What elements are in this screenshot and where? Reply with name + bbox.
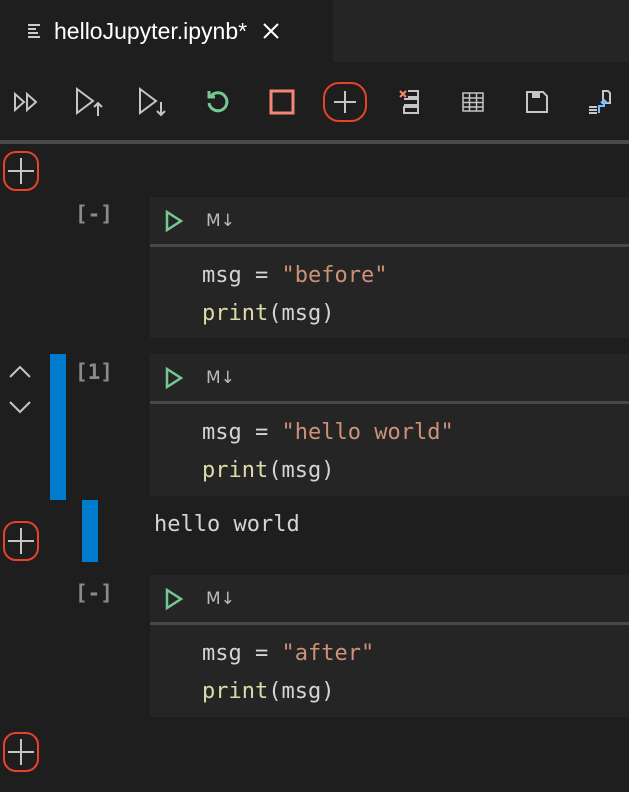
tab-hellojupyter[interactable]: helloJupyter.ipynb*: [0, 0, 333, 62]
execution-count: [-]: [75, 202, 113, 226]
clear-outputs-button[interactable]: [388, 82, 432, 122]
run-cell-icon[interactable]: [164, 587, 184, 610]
plus-icon: [8, 158, 34, 184]
code-editor[interactable]: msg = "hello world" print(msg): [150, 404, 629, 490]
export-icon: [589, 90, 611, 114]
export-button[interactable]: [578, 82, 622, 122]
code-editor[interactable]: msg = "after" print(msg): [150, 625, 629, 711]
run-all-button[interactable]: [5, 82, 49, 122]
run-above-icon: [76, 87, 103, 116]
tab-bar: helloJupyter.ipynb*: [0, 0, 629, 62]
code-token: (msg): [268, 301, 335, 326]
run-above-button[interactable]: [68, 82, 112, 122]
code-token: msg: [202, 263, 242, 288]
add-cell-button[interactable]: [323, 82, 367, 122]
markdown-toggle[interactable]: M↓: [206, 211, 235, 231]
run-cell-icon[interactable]: [164, 366, 184, 389]
code-function: print: [202, 458, 269, 483]
code-function: print: [202, 679, 269, 704]
notebook-toolbar: [0, 62, 629, 140]
code-token: (msg): [268, 458, 335, 483]
execution-count: [1]: [75, 360, 113, 384]
plus-icon: [8, 739, 34, 765]
toolbar-divider: [0, 140, 629, 144]
run-below-icon: [139, 87, 166, 117]
run-below-button[interactable]: [131, 82, 175, 122]
code-cell[interactable]: M↓ msg = "after" print(msg): [150, 575, 629, 717]
variables-button[interactable]: [451, 82, 495, 122]
table-icon: [462, 92, 484, 112]
code-token: msg: [202, 641, 242, 666]
code-token: =: [241, 420, 282, 445]
code-string: "after": [281, 641, 375, 666]
restart-icon: [207, 91, 229, 113]
cell-output: hello world: [154, 512, 300, 537]
save-icon: [526, 91, 548, 113]
plus-icon: [8, 528, 34, 554]
restart-kernel-button[interactable]: [196, 82, 240, 122]
close-icon[interactable]: [261, 21, 281, 41]
clear-outputs-icon: [399, 90, 419, 114]
code-token: =: [241, 263, 282, 288]
run-all-icon: [14, 91, 38, 113]
code-editor[interactable]: msg = "before" print(msg): [150, 247, 629, 333]
code-token: msg: [202, 420, 242, 445]
execution-count: [-]: [75, 581, 113, 605]
stop-icon: [269, 89, 295, 115]
code-function: print: [202, 301, 269, 326]
code-cell[interactable]: M↓ msg = "before" print(msg): [150, 197, 629, 338]
move-cell-down-icon[interactable]: [8, 399, 32, 415]
interrupt-kernel-button[interactable]: [260, 82, 304, 122]
code-token: (msg): [268, 679, 335, 704]
save-button[interactable]: [515, 82, 559, 122]
file-lines-icon: [28, 24, 40, 38]
move-cell-up-icon[interactable]: [8, 364, 32, 380]
run-cell-icon[interactable]: [164, 209, 184, 232]
add-cell-between-button[interactable]: [3, 521, 39, 561]
output-indicator: [82, 500, 98, 562]
code-token: =: [241, 641, 282, 666]
plus-icon: [334, 91, 356, 113]
code-string: "hello world": [281, 420, 454, 445]
tab-title: helloJupyter.ipynb*: [54, 17, 248, 44]
add-cell-above-button[interactable]: [3, 151, 39, 191]
code-cell[interactable]: M↓ msg = "hello world" print(msg): [150, 354, 629, 496]
selected-cell-indicator: [50, 354, 66, 500]
markdown-toggle[interactable]: M↓: [206, 589, 235, 609]
markdown-toggle[interactable]: M↓: [206, 368, 235, 388]
add-cell-below-button[interactable]: [3, 732, 39, 772]
code-string: "before": [281, 263, 388, 288]
